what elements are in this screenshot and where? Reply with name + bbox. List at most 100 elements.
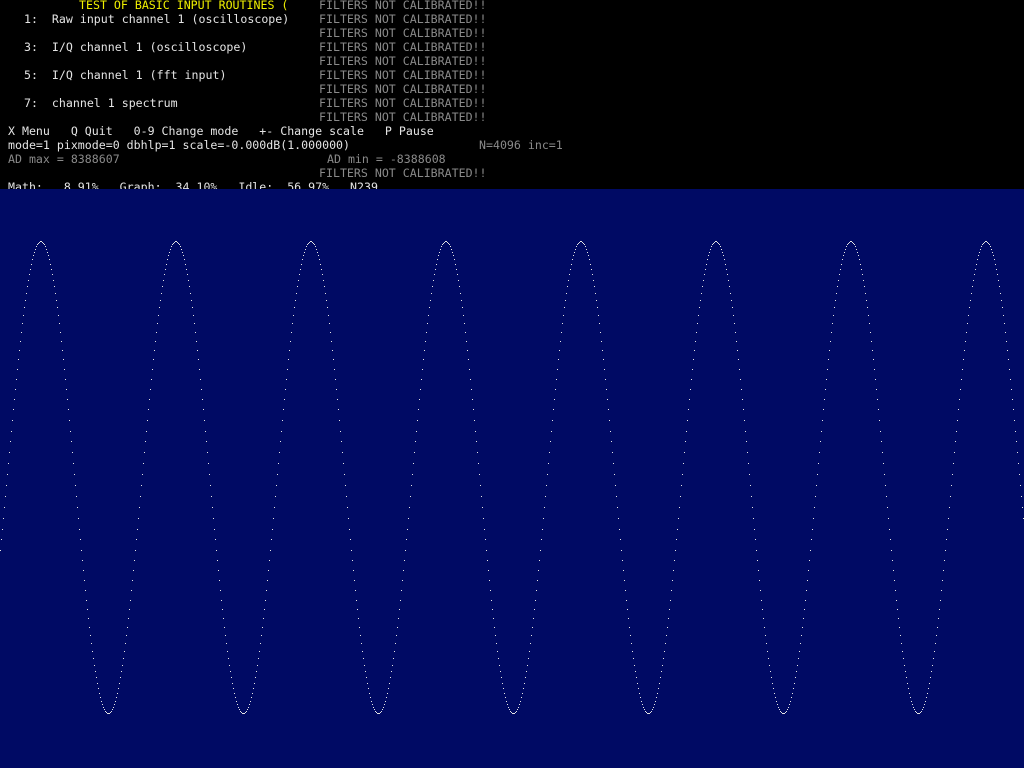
sample-point (858, 255, 859, 256)
sample-point (645, 711, 646, 712)
sample-point (649, 713, 650, 714)
sample-point (569, 274, 570, 275)
sample-point (997, 274, 998, 275)
sample-point (537, 580, 538, 581)
sample-point (1002, 307, 1003, 308)
sample-point (157, 323, 158, 324)
sample-point (129, 609, 130, 610)
sample-point (963, 359, 964, 360)
sample-point (291, 332, 292, 333)
sample-point (384, 704, 385, 705)
sample-point (825, 389, 826, 390)
sample-point (607, 399, 608, 400)
sample-point (34, 252, 35, 253)
sample-point (342, 452, 343, 453)
sample-point (889, 529, 890, 530)
sample-point (749, 474, 750, 475)
sample-point (950, 496, 951, 497)
sample-point (465, 332, 466, 333)
sample-point (348, 518, 349, 519)
sample-point (249, 704, 250, 705)
sample-point (794, 683, 795, 684)
sample-point (237, 704, 238, 705)
sample-point (680, 496, 681, 497)
sample-point (482, 507, 483, 508)
sample-point (822, 420, 823, 421)
sample-point (379, 713, 380, 714)
sample-point (803, 618, 804, 619)
sample-point (734, 323, 735, 324)
sample-point (401, 590, 402, 591)
sample-point (323, 280, 324, 281)
sample-point (862, 274, 863, 275)
sample-point (223, 618, 224, 619)
filters-notice: FILTERS NOT CALIBRATED!! (319, 54, 487, 68)
sample-point (146, 431, 147, 432)
sample-point (40, 241, 41, 242)
sample-point (82, 560, 83, 561)
sample-point (559, 350, 560, 351)
sample-point (840, 269, 841, 270)
filters-notice: FILTERS NOT CALIBRATED!! (319, 68, 487, 82)
sample-point (127, 627, 128, 628)
mode-option-5[interactable]: 5: I/Q channel 1 (fft input) (24, 68, 226, 82)
sample-point (472, 399, 473, 400)
sample-point (376, 712, 377, 713)
sample-point (886, 496, 887, 497)
sample-point (110, 712, 111, 713)
sample-point (378, 713, 379, 714)
sample-point (119, 683, 120, 684)
sample-point (746, 441, 747, 442)
sample-point (333, 359, 334, 360)
sample-point (577, 244, 578, 245)
sample-point (719, 244, 720, 245)
sample-point (497, 651, 498, 652)
sample-point (743, 409, 744, 410)
sample-point (854, 244, 855, 245)
sample-point (406, 539, 407, 540)
sample-point (598, 315, 599, 316)
sample-point (212, 507, 213, 508)
sample-point (259, 651, 260, 652)
sample-point (682, 474, 683, 475)
sample-point (551, 431, 552, 432)
mode-option-1[interactable]: 1: Raw input channel 1 (oscilloscope) (24, 12, 289, 26)
sample-point (986, 241, 987, 242)
sample-point (846, 246, 847, 247)
sample-point (148, 409, 149, 410)
sample-point (684, 452, 685, 453)
sample-point (295, 300, 296, 301)
sample-point (638, 688, 639, 689)
sample-point (1001, 300, 1002, 301)
sample-point (679, 507, 680, 508)
sample-point (372, 704, 373, 705)
sample-point (870, 332, 871, 333)
sample-point (513, 713, 514, 714)
sample-point (171, 246, 172, 247)
sample-point (232, 683, 233, 684)
mode-option-7[interactable]: 7: channel 1 spectrum (24, 96, 178, 110)
sample-point (789, 704, 790, 705)
sample-point (420, 389, 421, 390)
sample-point (901, 643, 902, 644)
sample-point (760, 590, 761, 591)
sample-point (951, 485, 952, 486)
sample-point (813, 518, 814, 519)
sample-point (478, 463, 479, 464)
sample-point (355, 590, 356, 591)
sample-point (805, 600, 806, 601)
sample-point (550, 441, 551, 442)
mode-option-3[interactable]: 3: I/Q channel 1 (oscilloscope) (24, 40, 247, 54)
sample-point (396, 635, 397, 636)
sample-point (247, 709, 248, 710)
sample-point (786, 711, 787, 712)
sample-point (181, 249, 182, 250)
sample-point (356, 600, 357, 601)
sample-point (486, 550, 487, 551)
sample-point (205, 431, 206, 432)
sample-point (541, 539, 542, 540)
sample-point (629, 627, 630, 628)
sample-point (668, 618, 669, 619)
sample-point (1005, 332, 1006, 333)
sample-point (933, 658, 934, 659)
